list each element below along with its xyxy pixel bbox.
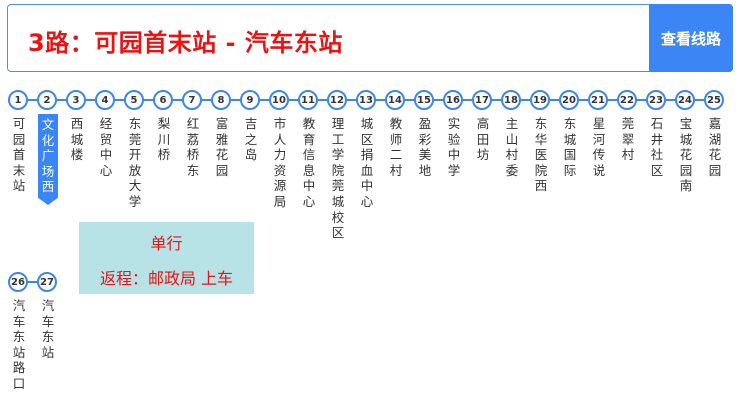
route-header: 3路：可园首末站 - 汽车东站 查看线路 xyxy=(7,4,733,72)
station-stop[interactable]: 13 城区捐血中心 xyxy=(355,90,377,210)
station-stop[interactable]: 20 东城国际 xyxy=(558,90,580,178)
station-number: 14 xyxy=(385,90,405,110)
station-name: 吉之岛 xyxy=(244,116,258,163)
station-number: 20 xyxy=(559,90,579,110)
station-name: 市人力资源局 xyxy=(273,116,287,209)
station-number: 27 xyxy=(37,272,57,292)
station-number: 12 xyxy=(327,90,347,110)
station-stop[interactable]: 16 实验中学 xyxy=(442,90,464,178)
station-name: 经贸中心 xyxy=(99,116,113,178)
station-name: 莞翠村 xyxy=(621,116,635,163)
station-stop[interactable]: 7 红荔桥东 xyxy=(181,90,203,178)
station-name: 富雅花园 xyxy=(215,116,229,178)
station-name: 理工学院莞城校区 xyxy=(331,116,345,241)
station-stop[interactable]: 24 宝城花园南 xyxy=(674,90,696,194)
station-name: 西城楼 xyxy=(70,116,84,163)
station-stop[interactable]: 19 东华医院西 xyxy=(529,90,551,194)
station-name: 东城国际 xyxy=(563,116,577,178)
station-stop[interactable]: 8 富雅花园 xyxy=(210,90,232,178)
station-number: 6 xyxy=(153,90,173,110)
station-stop[interactable]: 17 高田坊 xyxy=(471,90,493,163)
station-number: 18 xyxy=(501,90,521,110)
station-name: 宝城花园南 xyxy=(679,116,693,194)
station-stop[interactable]: 22 莞翠村 xyxy=(616,90,638,163)
station-number: 1 xyxy=(8,90,28,110)
station-number: 15 xyxy=(414,90,434,110)
station-stop[interactable]: 3 西城楼 xyxy=(65,90,87,163)
station-name: 汽车东站 xyxy=(41,298,55,360)
station-stop[interactable]: 5 东莞开放大学 xyxy=(123,90,145,210)
station-stop[interactable]: 21 星河传说 xyxy=(587,90,609,178)
station-name: 东华医院西 xyxy=(534,116,548,194)
station-name: 红荔桥东 xyxy=(186,116,200,178)
station-name: 实验中学 xyxy=(447,116,461,178)
station-name: 可园首末站 xyxy=(12,116,26,194)
station-number: 8 xyxy=(211,90,231,110)
station-number: 24 xyxy=(675,90,695,110)
station-name: 高田坊 xyxy=(476,116,490,163)
station-stop[interactable]: 9 吉之岛 xyxy=(239,90,261,163)
station-number: 2 xyxy=(37,90,57,110)
station-number: 22 xyxy=(617,90,637,110)
station-number: 26 xyxy=(8,272,28,292)
station-stop[interactable]: 27 汽车东站 xyxy=(36,272,58,360)
station-number: 7 xyxy=(182,90,202,110)
station-stop[interactable]: 26 汽车东站路口 xyxy=(7,272,29,392)
station-stop[interactable]: 11 教育信息中心 xyxy=(297,90,319,210)
station-number: 4 xyxy=(95,90,115,110)
station-stop[interactable]: 4 经贸中心 xyxy=(94,90,116,178)
station-stop[interactable]: 10 市人力资源局 xyxy=(268,90,290,210)
station-stop[interactable]: 14 教师二村 xyxy=(384,90,406,178)
station-name: 梨川桥 xyxy=(157,116,171,163)
station-number: 16 xyxy=(443,90,463,110)
station-stop[interactable]: 1 可园首末站 xyxy=(7,90,29,194)
station-name: 东莞开放大学 xyxy=(128,116,142,209)
station-number: 5 xyxy=(124,90,144,110)
note-return: 返程：邮政局 上车 xyxy=(99,269,234,288)
station-number: 17 xyxy=(472,90,492,110)
station-name: 星河传说 xyxy=(592,116,606,178)
station-stop[interactable]: 12 理工学院莞城校区 xyxy=(326,90,348,241)
station-stop[interactable]: 18 主山村委 xyxy=(500,90,522,178)
station-name: 嘉湖花园 xyxy=(708,116,722,178)
note-oneway: 单行 xyxy=(150,234,183,253)
direction-note: 单行 返程：邮政局 上车 xyxy=(79,222,254,294)
route-title: 3路：可园首末站 - 汽车东站 xyxy=(28,29,343,57)
station-name: 文化广场西 xyxy=(38,114,58,205)
station-stop[interactable]: 2 文化广场西 xyxy=(36,90,58,205)
station-stop[interactable]: 25 嘉湖花园 xyxy=(703,90,725,178)
station-stop[interactable]: 6 梨川桥 xyxy=(152,90,174,163)
view-route-button[interactable]: 查看线路 xyxy=(649,4,733,72)
station-number: 3 xyxy=(66,90,86,110)
station-number: 9 xyxy=(240,90,260,110)
station-number: 21 xyxy=(588,90,608,110)
station-number: 13 xyxy=(356,90,376,110)
station-number: 19 xyxy=(530,90,550,110)
station-number: 11 xyxy=(298,90,318,110)
station-name: 主山村委 xyxy=(505,116,519,178)
station-name: 汽车东站路口 xyxy=(12,298,26,391)
station-stop[interactable]: 23 石井社区 xyxy=(645,90,667,178)
station-stop[interactable]: 15 盈彩美地 xyxy=(413,90,435,178)
station-name: 石井社区 xyxy=(650,116,664,178)
station-number: 10 xyxy=(269,90,289,110)
station-name: 教师二村 xyxy=(389,116,403,178)
station-name: 城区捐血中心 xyxy=(360,116,374,209)
station-number: 23 xyxy=(646,90,666,110)
station-name: 教育信息中心 xyxy=(302,116,316,209)
station-name: 盈彩美地 xyxy=(418,116,432,178)
station-number: 25 xyxy=(704,90,724,110)
